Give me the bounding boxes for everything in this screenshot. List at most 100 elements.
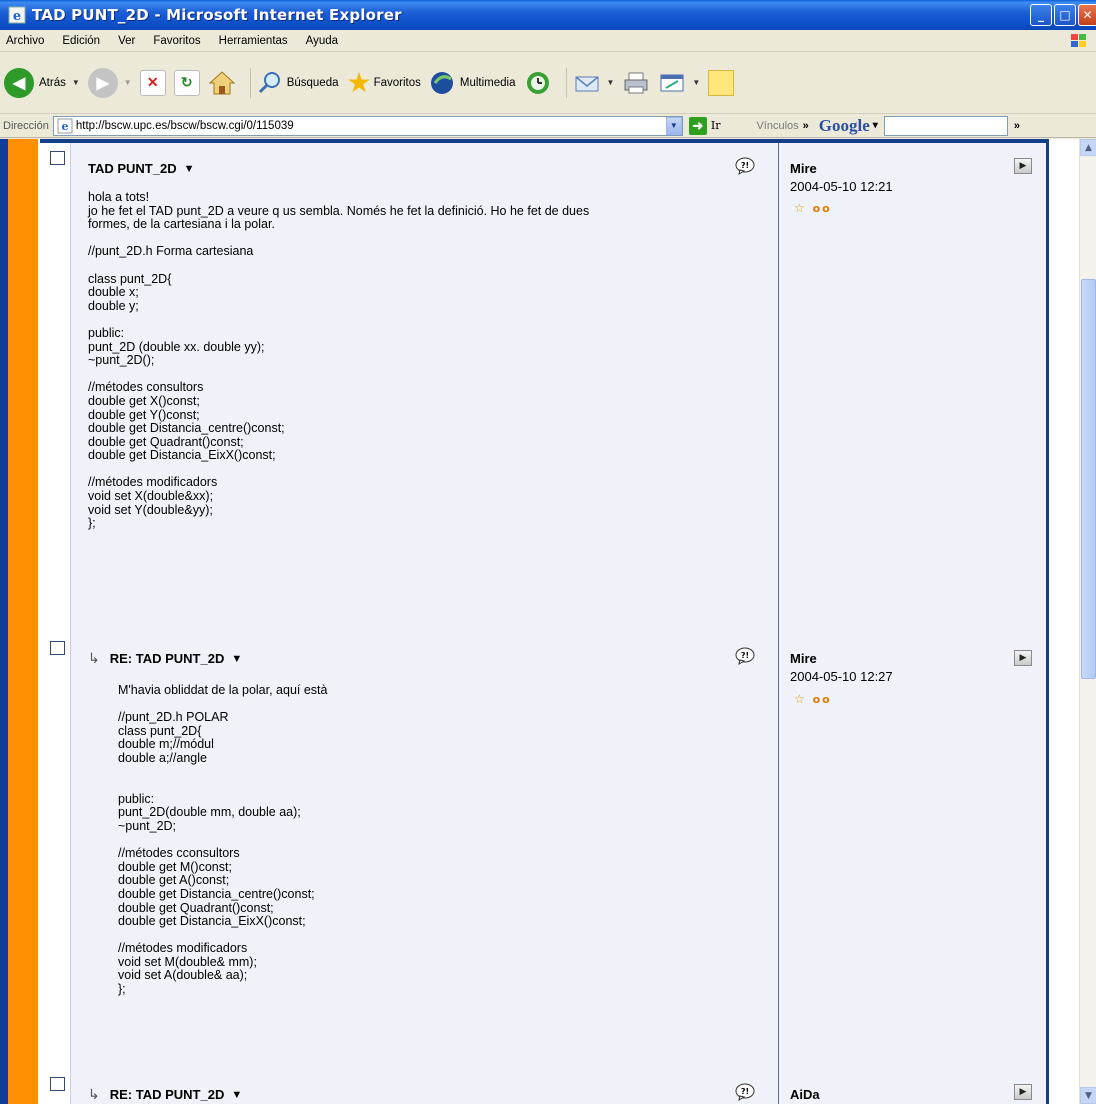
back-arrow-icon: ◀: [4, 67, 34, 98]
author-name[interactable]: AiDa: [790, 1087, 820, 1102]
rating-icons: ☆ oo: [794, 201, 832, 215]
svg-text:e: e: [13, 9, 21, 24]
expand-button[interactable]: ▶: [1014, 158, 1032, 174]
close-button[interactable]: ✕: [1078, 4, 1096, 26]
back-dropdown-icon[interactable]: ▼: [72, 78, 80, 87]
glasses-icon: oo: [812, 693, 832, 706]
mail-button[interactable]: ▼: [573, 70, 615, 96]
forward-button[interactable]: ▶ ▼: [87, 67, 132, 98]
message-menu-icon[interactable]: ▼: [231, 653, 242, 665]
reply-bubble-icon[interactable]: ?!: [734, 1083, 756, 1101]
orange-sidebar: [8, 139, 38, 1104]
browser-window: e TAD PUNT_2D - Microsoft Internet Explo…: [0, 0, 1096, 1104]
star-outline-icon: ☆: [794, 692, 807, 706]
forward-arrow-icon: ▶: [87, 67, 118, 98]
google-search-input[interactable]: [883, 115, 1008, 136]
right-frame-border: [1046, 139, 1049, 1104]
links-label: Vínculos: [756, 119, 799, 132]
google-dropdown-icon[interactable]: ▾: [873, 120, 878, 131]
sticky-note-icon: [708, 69, 735, 96]
forward-dropdown-icon[interactable]: ▼: [124, 78, 132, 87]
search-label: Búsqueda: [286, 76, 339, 89]
glasses-icon: oo: [812, 202, 832, 215]
go-label: Ir: [710, 119, 721, 132]
edit-icon: [660, 74, 684, 91]
author-column: [778, 143, 1048, 1104]
menu-ayuda[interactable]: Ayuda: [297, 35, 347, 47]
message-select-checkbox[interactable]: [50, 1077, 65, 1091]
reply-bubble-icon[interactable]: ?!: [734, 647, 756, 665]
menu-archivo[interactable]: Archivo: [0, 35, 53, 47]
search-button[interactable]: Búsqueda: [257, 70, 339, 96]
go-button[interactable]: ➜ Ir: [688, 116, 721, 135]
message-title-text: TAD PUNT_2D: [88, 161, 177, 176]
google-button[interactable]: Google ▾: [819, 116, 878, 136]
toolbar-chevron-icon[interactable]: »: [1014, 120, 1020, 132]
address-label: Dirección: [3, 119, 49, 132]
history-icon: [526, 71, 549, 94]
svg-text:?!: ?!: [741, 161, 749, 170]
author-name[interactable]: Mire: [790, 161, 817, 176]
menu-favoritos[interactable]: Favoritos: [144, 35, 209, 47]
links-chevron-icon: »: [802, 119, 809, 132]
printer-icon: [624, 72, 648, 93]
message-menu-icon[interactable]: ▼: [231, 1089, 242, 1101]
menu-edicion[interactable]: Edición: [53, 35, 109, 47]
mail-dropdown-icon[interactable]: ▼: [607, 78, 615, 87]
reply-bubble-icon[interactable]: ?!: [734, 157, 756, 175]
expand-button[interactable]: ▶: [1014, 650, 1032, 666]
reply-arrow-icon: ↳: [88, 650, 100, 666]
message-title-text: RE: TAD PUNT_2D: [109, 651, 225, 666]
menu-ver[interactable]: Ver: [109, 35, 144, 47]
notes-button[interactable]: [708, 69, 735, 96]
refresh-icon: ↻: [173, 69, 200, 96]
edit-dropdown-icon[interactable]: ▼: [692, 78, 700, 87]
reply-arrow-icon: ↳: [88, 1086, 100, 1102]
post-date: 2004-05-10 12:27: [790, 669, 893, 684]
favorites-button[interactable]: ★ Favoritos: [346, 68, 421, 96]
left-frame-border: [0, 139, 8, 1104]
url-text: http://bscw.upc.es/bscw/bscw.cgi/0/11503…: [75, 119, 294, 132]
url-field[interactable]: e http://bscw.upc.es/bscw/bscw.cgi/0/115…: [52, 115, 683, 136]
history-button[interactable]: [524, 70, 552, 96]
vertical-scrollbar[interactable]: ▲ ▼: [1079, 139, 1096, 1104]
edit-button[interactable]: ▼: [658, 70, 700, 96]
links-button[interactable]: Vínculos»: [756, 120, 808, 132]
print-button[interactable]: [622, 70, 650, 96]
author-name[interactable]: Mire: [790, 651, 817, 666]
url-dropdown-icon[interactable]: ▼: [665, 116, 682, 135]
svg-text:?!: ?!: [741, 651, 749, 660]
menu-herramientas[interactable]: Herramientas: [210, 35, 297, 47]
expand-button[interactable]: ▶: [1014, 1084, 1032, 1100]
favorites-label: Favoritos: [373, 76, 421, 89]
media-icon: [430, 71, 453, 94]
menu-bar: Archivo Edición Ver Favoritos Herramient…: [0, 30, 1096, 52]
title-bar: e TAD PUNT_2D - Microsoft Internet Explo…: [0, 0, 1096, 30]
message-select-checkbox[interactable]: [50, 641, 65, 655]
scroll-thumb[interactable]: [1081, 279, 1096, 679]
message-body: M'havia obliddat de la polar, aquí està …: [118, 683, 328, 997]
message-menu-icon[interactable]: ▼: [184, 163, 195, 175]
message-title[interactable]: ↳ RE: TAD PUNT_2D ▼: [88, 650, 242, 667]
minimize-button[interactable]: _: [1030, 4, 1052, 26]
media-button[interactable]: Multimedia: [429, 70, 516, 96]
post-date: 2004-05-10 12:21: [790, 179, 893, 194]
home-button[interactable]: [208, 70, 236, 96]
message-body: hola a tots! jo he fet el TAD punt_2D a …: [88, 190, 590, 531]
back-button[interactable]: ◀ Atrás ▼: [4, 67, 80, 98]
stop-icon: ✕: [139, 69, 166, 96]
stop-button[interactable]: ✕: [139, 69, 166, 96]
scroll-down-icon[interactable]: ▼: [1080, 1087, 1096, 1104]
refresh-button[interactable]: ↻: [173, 69, 200, 96]
address-bar: Dirección e http://bscw.upc.es/bscw/bscw…: [0, 114, 1096, 138]
message-select-checkbox[interactable]: [50, 151, 65, 165]
message-title[interactable]: TAD PUNT_2D ▼: [88, 161, 195, 176]
home-icon: [208, 70, 235, 94]
maximize-button[interactable]: □: [1054, 4, 1076, 26]
toolbar-separator: [565, 67, 567, 98]
message-title[interactable]: ↳ RE: TAD PUNT_2D ▼: [88, 1086, 242, 1103]
scroll-up-icon[interactable]: ▲: [1080, 139, 1096, 156]
page-icon: e: [57, 118, 73, 133]
back-label: Atrás: [39, 76, 66, 89]
svg-text:?!: ?!: [741, 1087, 749, 1096]
